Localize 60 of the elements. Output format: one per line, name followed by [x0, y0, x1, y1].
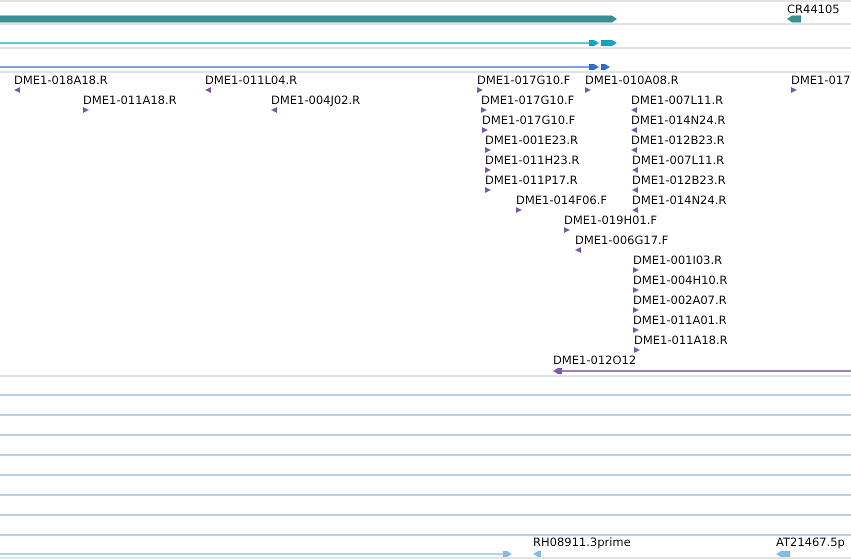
arrow-icon[interactable]: [633, 267, 639, 273]
gene-feature[interactable]: [787, 16, 801, 22]
arrow-icon[interactable]: [633, 287, 639, 293]
feature-label: DME1-007L11.R: [631, 93, 724, 107]
feature-label: DME1-011L04.R: [205, 73, 298, 87]
feature-label: DME1-017: [791, 73, 850, 87]
arrow-icon[interactable]: [633, 307, 639, 313]
arrow-icon[interactable]: [564, 227, 570, 233]
feature-label: DME1-011H23.R: [485, 153, 580, 167]
feature-label: DME1-004J02.R: [271, 93, 360, 107]
arrow-icon[interactable]: [516, 207, 522, 213]
arrow-icon[interactable]: [485, 187, 491, 193]
arrow-icon[interactable]: [205, 87, 211, 93]
arrow-icon[interactable]: [482, 127, 488, 133]
arrow-icon[interactable]: [485, 147, 491, 153]
feature-label: DME1-011A18.R: [83, 93, 177, 107]
feature-label: CR44105: [787, 2, 840, 16]
feature-label: DME1-017G10.F: [477, 73, 570, 87]
arrow-icon[interactable]: [631, 147, 637, 153]
feature-label: DME1-010A08.R: [585, 73, 679, 87]
feature-label: DME1-014F06.F: [516, 193, 607, 207]
arrow-icon[interactable]: [633, 327, 639, 333]
feature-label: RH08911.3prime: [533, 535, 631, 549]
feature-label: DME1-006G17.F: [575, 233, 668, 247]
feature-label: DME1-019H01.F: [564, 213, 658, 227]
feature-label: DME1-014N24.R: [631, 113, 726, 127]
arrow-icon[interactable]: [632, 207, 638, 213]
feature-label: DME1-011A18.R: [634, 333, 728, 347]
feature-label: DME1-004H10.R: [633, 273, 728, 287]
feature-label: DME1-014N24.R: [632, 193, 726, 207]
arrow-icon[interactable]: [481, 107, 487, 113]
arrow-icon[interactable]: [631, 127, 637, 133]
feature-label: DME1-001I03.R: [633, 253, 722, 267]
arrow-icon[interactable]: [83, 107, 89, 113]
feature-label: DME1-012B23.R: [632, 173, 726, 187]
arrow-icon[interactable]: [271, 107, 277, 113]
arrow-icon[interactable]: [14, 87, 20, 93]
feature-label: DME1-017G10.F: [481, 93, 574, 107]
clone-feature[interactable]: [553, 368, 851, 374]
arrow-icon[interactable]: [477, 87, 483, 93]
feature-label: DME1-012O12: [553, 353, 636, 367]
feature-label: DME1-001E23.R: [485, 133, 578, 147]
feature-label: DME1-011A01.R: [633, 313, 727, 327]
transcript-feature[interactable]: [0, 40, 617, 46]
arrow-icon[interactable]: [575, 247, 581, 253]
arrow-icon[interactable]: [585, 87, 591, 93]
feature-label: DME1-017G10.F: [482, 113, 576, 127]
arrow-icon[interactable]: [791, 87, 797, 93]
arrow-icon[interactable]: [632, 187, 638, 193]
feature-label: DME1-002A07.R: [633, 293, 727, 307]
arrow-icon[interactable]: [632, 167, 638, 173]
feature-label: DME1-012B23.R: [631, 133, 725, 147]
feature-label: DME1-007L11.R: [632, 153, 724, 167]
feature-label: AT21467.5p: [776, 535, 845, 549]
arrow-icon[interactable]: [485, 167, 491, 173]
arrow-icon[interactable]: [631, 107, 637, 113]
feature-label: DME1-018A18.R: [14, 73, 108, 87]
transcript-feature[interactable]: [0, 64, 610, 70]
arrow-icon[interactable]: [634, 347, 640, 353]
feature-label: DME1-011P17.R: [485, 173, 578, 187]
